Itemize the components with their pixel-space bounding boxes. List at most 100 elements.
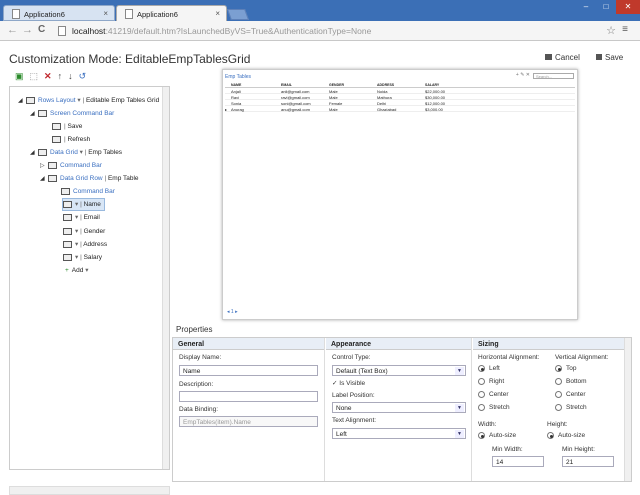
tree-node-field-email[interactable]: ▾ | Email xyxy=(63,212,100,223)
data-grid-icon xyxy=(38,148,47,156)
tree-node-command-bar-row[interactable]: Command Bar xyxy=(61,186,115,197)
properties-panel: General Display Name: Name Description: … xyxy=(172,337,632,482)
appearance-header: Appearance xyxy=(326,338,471,350)
tree-vertical-scrollbar[interactable] xyxy=(162,87,169,469)
maximize-button[interactable]: □ xyxy=(596,0,616,14)
forward-icon[interactable]: → xyxy=(22,24,33,36)
tree-node-rows-layout[interactable]: ◢ Rows Layout ▾ | Editable Emp Tables Gri… xyxy=(18,95,159,106)
bookmark-star-icon[interactable]: ☆ xyxy=(606,24,616,37)
tree-node-data-grid[interactable]: ◢ Data Grid ▾ | Emp Tables xyxy=(30,147,122,158)
min-width-input[interactable]: 14 xyxy=(492,456,544,467)
browser-titlebar: Application6 × Application6 × – □ ✕ xyxy=(0,0,640,21)
page-title: Customization Mode: EditableEmpTablesGri… xyxy=(9,52,251,66)
expand-icon[interactable]: ▷ xyxy=(40,161,46,172)
new-tab-button[interactable] xyxy=(226,9,250,20)
chevron-down-icon: ▼ xyxy=(455,367,464,375)
general-section: General Display Name: Name Description: … xyxy=(173,338,325,481)
back-icon[interactable]: ← xyxy=(7,24,18,36)
tree-horizontal-scrollbar[interactable] xyxy=(9,486,170,495)
address-bar[interactable]: localhost:41219/default.htm?IsLaunchedBy… xyxy=(54,23,630,39)
data-binding-input[interactable]: EmpTables(item).Name xyxy=(179,416,318,427)
label-position-select[interactable]: None ▼ xyxy=(332,402,466,413)
h-align-right-radio[interactable]: Right xyxy=(478,378,504,385)
preview-grid-tools: + ✎ ✕ xyxy=(515,72,530,78)
collapse-icon[interactable]: ◢ xyxy=(30,148,36,159)
close-window-button[interactable]: ✕ xyxy=(616,0,640,14)
collapse-icon[interactable]: ◢ xyxy=(30,109,36,120)
save-button[interactable]: Save xyxy=(596,53,623,62)
add-icon: + xyxy=(65,267,69,274)
minimize-button[interactable]: – xyxy=(576,0,596,14)
tree-node-screen-command-bar[interactable]: ◢ Screen Command Bar xyxy=(30,108,114,119)
tree-node-refresh[interactable]: | Refresh xyxy=(52,134,90,145)
preview-pager[interactable]: ◂ 1 ▸ xyxy=(227,309,238,315)
tree-node-data-grid-row[interactable]: ◢ Data Grid Row | Emp Table xyxy=(40,173,139,184)
cancel-button[interactable]: Cancel xyxy=(545,53,580,62)
h-align-stretch-radio[interactable]: Stretch xyxy=(478,404,510,411)
collapse-icon[interactable]: ◢ xyxy=(40,174,46,185)
content-tree: ◢ Rows Layout ▾ | Editable Emp Tables Gri… xyxy=(9,86,170,470)
save-label: Save xyxy=(605,53,624,62)
width-autosize-radio[interactable]: Auto-size xyxy=(478,432,516,439)
command-bar-icon xyxy=(38,109,47,117)
add-group-icon[interactable]: ⬚ xyxy=(30,71,39,85)
collapse-icon[interactable]: ◢ xyxy=(18,96,24,107)
properties-scrollbar[interactable] xyxy=(624,338,631,481)
tree-node-save[interactable]: | Save xyxy=(52,121,82,132)
h-align-center-radio[interactable]: Center xyxy=(478,391,509,398)
reload-icon[interactable]: C xyxy=(38,24,45,35)
command-bar-icon xyxy=(61,187,70,195)
move-up-icon[interactable]: ↑ xyxy=(58,71,63,85)
height-autosize-radio[interactable]: Auto-size xyxy=(547,432,585,439)
control-type-select[interactable]: Default (Text Box) ▼ xyxy=(332,365,466,376)
sizing-header: Sizing xyxy=(473,338,625,350)
tab-application6-inactive[interactable]: Application6 × xyxy=(3,5,115,21)
command-bar-icon xyxy=(48,161,57,169)
display-name-input[interactable]: Name xyxy=(179,365,318,376)
chevron-down-icon: ▼ xyxy=(455,430,464,438)
undo-icon[interactable]: ↺ xyxy=(79,71,87,85)
text-box-icon xyxy=(63,213,72,221)
general-header: General xyxy=(173,338,324,350)
page-icon xyxy=(58,26,66,36)
move-down-icon[interactable]: ↓ xyxy=(68,71,73,85)
tree-toolbar: ▣ ⬚ ✕ ↑ ↓ ↺ xyxy=(9,71,86,85)
text-box-icon xyxy=(63,240,72,248)
description-input[interactable] xyxy=(179,391,318,402)
checkmark-icon: ✓ xyxy=(332,380,338,387)
v-align-bottom-radio[interactable]: Bottom xyxy=(555,378,587,385)
text-box-icon xyxy=(63,227,72,235)
cancel-label: Cancel xyxy=(555,53,580,62)
tree-node-field-gender[interactable]: ▾ | Gender xyxy=(63,226,105,237)
tab-label: Application6 xyxy=(24,10,65,19)
url-path: :41219/default.htm?IsLaunchedByVS=True&A… xyxy=(105,26,372,36)
table-row[interactable]: ▸ Anurag anu@gmail.com Male Ghaziabad $3… xyxy=(225,106,575,112)
h-align-left-radio[interactable]: Left xyxy=(478,365,500,372)
tree-node-field-address[interactable]: ▾ | Address xyxy=(63,239,107,250)
screen-preview: Emp Tables + ✎ ✕ Search... NAME EMAIL GE… xyxy=(222,69,578,320)
text-alignment-select[interactable]: Left ▼ xyxy=(332,428,466,439)
close-tab-icon[interactable]: × xyxy=(215,9,220,18)
v-align-top-radio[interactable]: Top xyxy=(555,365,576,372)
preview-search-input[interactable]: Search... xyxy=(533,73,574,79)
tree-node-field-salary[interactable]: ▾ | Salary xyxy=(63,252,102,263)
page-icon xyxy=(12,9,20,19)
is-visible-checkbox[interactable]: ✓ Is Visible xyxy=(332,379,365,387)
v-align-stretch-radio[interactable]: Stretch xyxy=(555,404,587,411)
tree-node-command-bar[interactable]: ▷ Command Bar xyxy=(40,160,102,171)
tree-node-add[interactable]: + Add ▾ xyxy=(65,265,88,276)
add-screen-icon[interactable]: ▣ xyxy=(15,71,24,85)
rows-layout-icon xyxy=(26,96,35,104)
menu-icon[interactable]: ≡ xyxy=(622,24,628,35)
sizing-section: Sizing Horizontal Alignment: Left Right … xyxy=(473,338,625,481)
close-tab-icon[interactable]: × xyxy=(103,9,108,18)
window-controls: – □ ✕ xyxy=(576,0,640,14)
url-host: localhost xyxy=(72,26,106,36)
text-box-icon xyxy=(63,200,72,208)
min-height-input[interactable]: 21 xyxy=(562,456,614,467)
tab-application6-active[interactable]: Application6 × xyxy=(116,5,227,21)
tree-node-field-name[interactable]: ▾ | Name xyxy=(62,198,105,211)
v-align-center-radio[interactable]: Center xyxy=(555,391,586,398)
button-icon xyxy=(52,122,61,130)
delete-icon[interactable]: ✕ xyxy=(44,71,52,85)
